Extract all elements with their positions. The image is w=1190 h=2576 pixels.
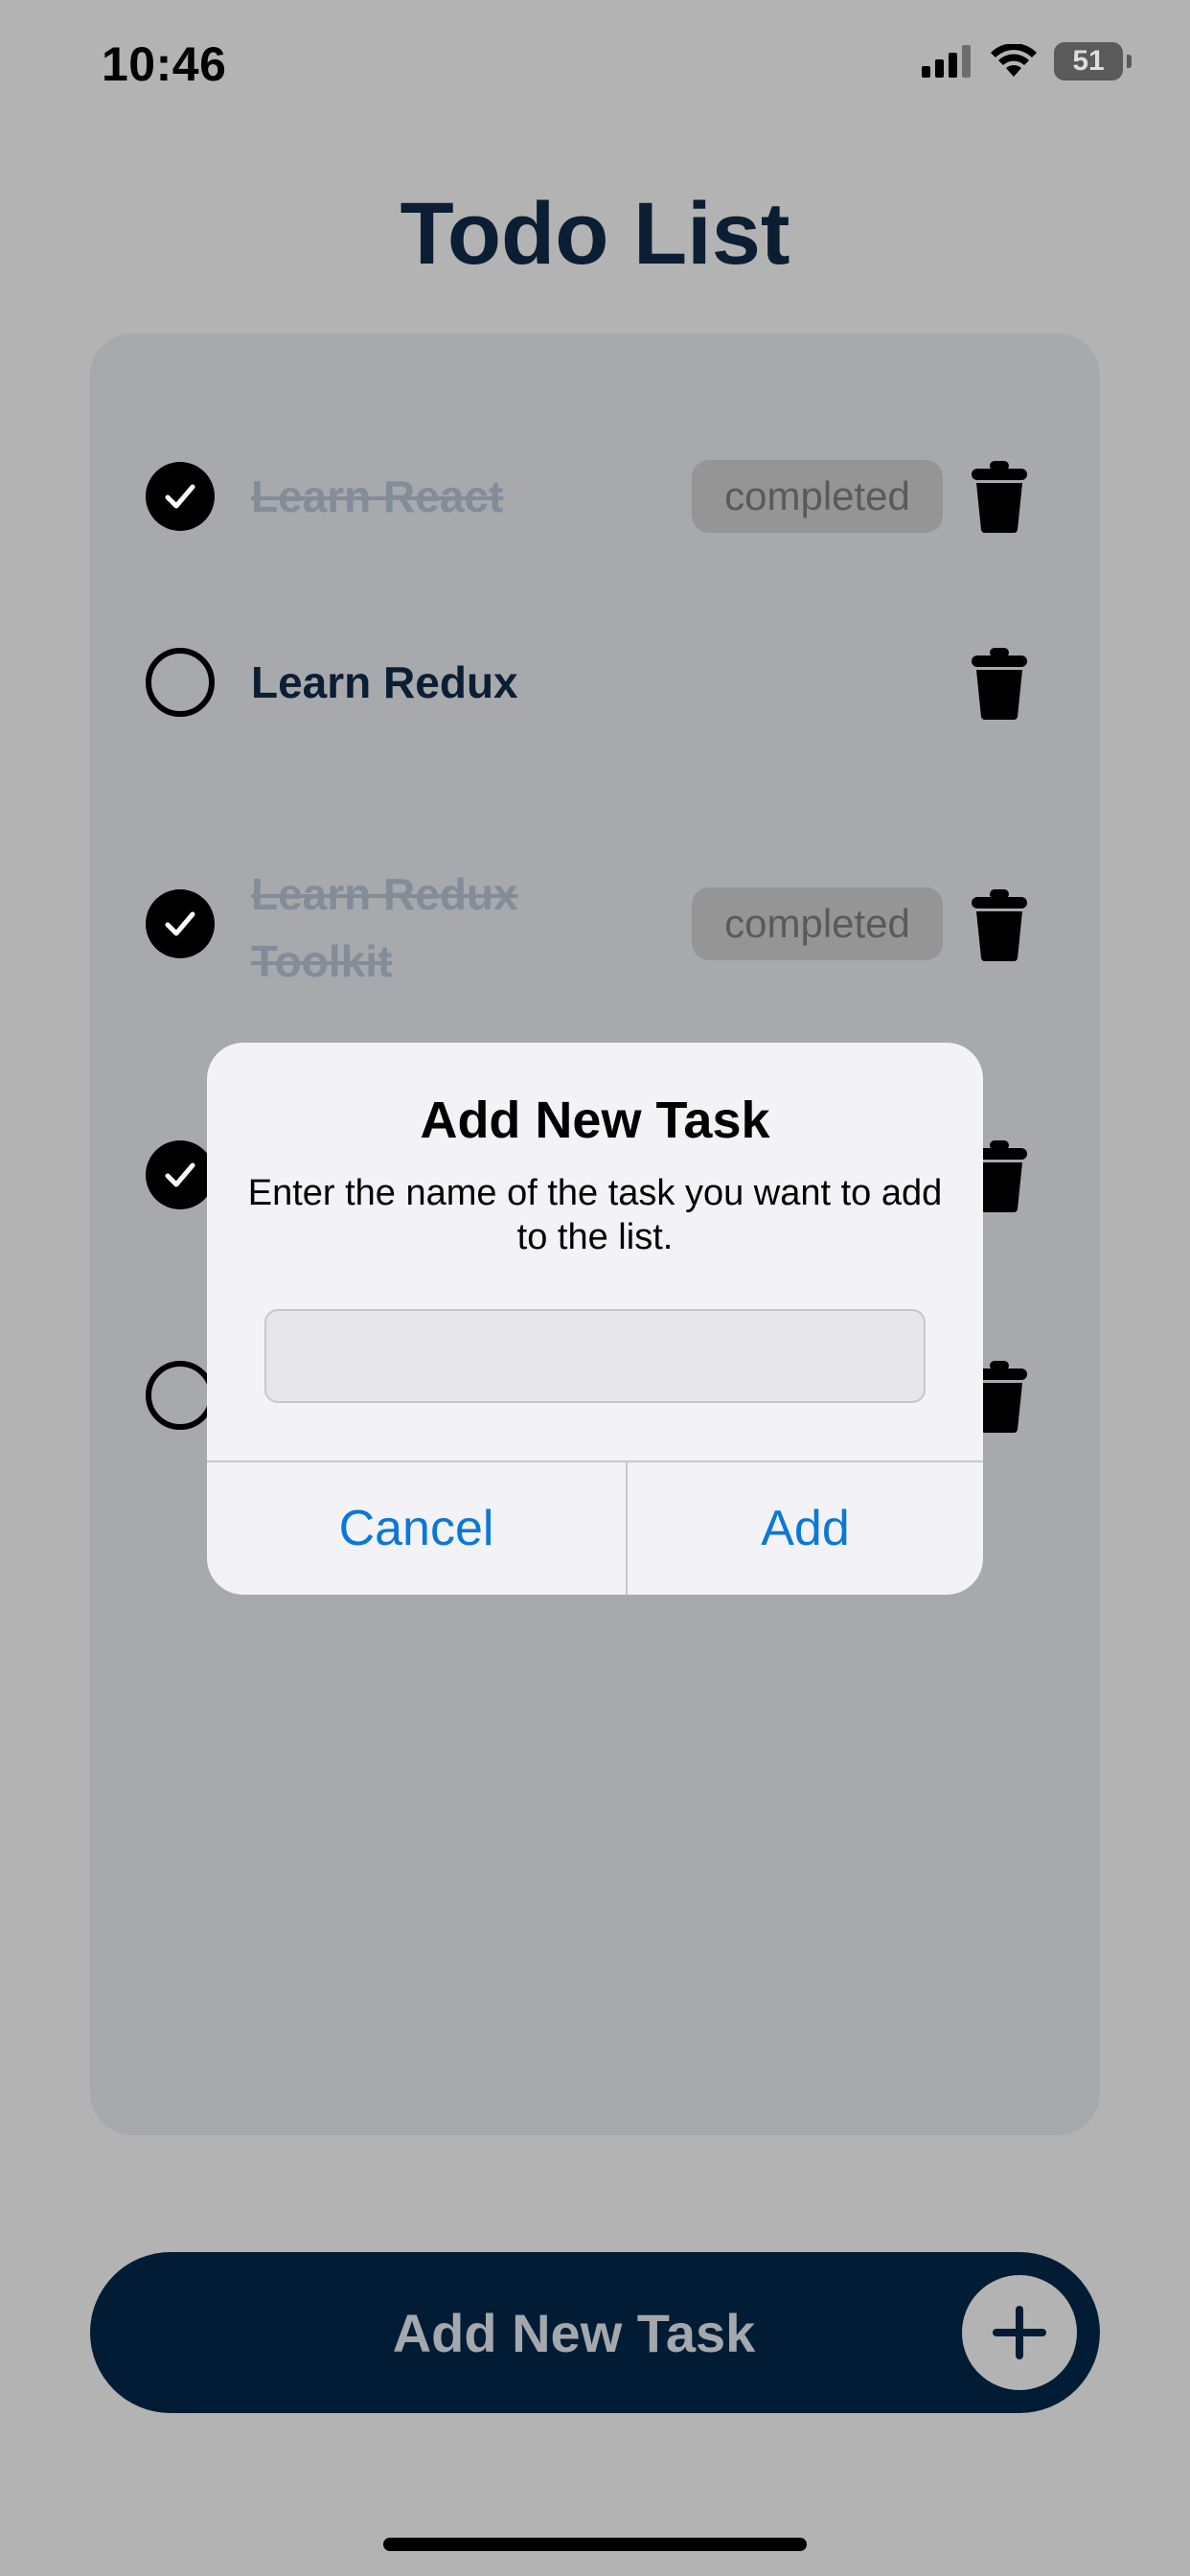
- dialog-title: Add New Task: [420, 1092, 770, 1149]
- trash-icon[interactable]: [970, 887, 1029, 962]
- task-checkbox[interactable]: [146, 1140, 215, 1209]
- signal-icon: [922, 45, 971, 78]
- dialog-message: Enter the name of the task you want to a…: [247, 1173, 943, 1257]
- trash-icon[interactable]: [970, 459, 1029, 534]
- add-button[interactable]: Add: [628, 1462, 983, 1595]
- task-row: Learn Redux Toolkit completed: [90, 861, 1100, 995]
- status-time: 10:46: [102, 37, 227, 91]
- status-bar: 10:46 51: [0, 0, 1190, 134]
- checkmark-icon: [165, 1162, 195, 1187]
- task-name-input[interactable]: [264, 1309, 926, 1403]
- wifi-icon: [991, 44, 1037, 77]
- battery-level: 51: [1072, 45, 1105, 77]
- page-title: Todo List: [400, 185, 790, 283]
- battery-icon: 51: [1054, 42, 1132, 80]
- checkmark-icon: [165, 911, 195, 936]
- add-new-task-label: Add New Task: [392, 2302, 756, 2363]
- task-label: Learn Redux Toolkit: [251, 869, 518, 986]
- add-task-dialog: Add New Task Enter the name of the task …: [207, 1043, 983, 1595]
- add-button-circle[interactable]: [962, 2275, 1077, 2390]
- cancel-button[interactable]: Cancel: [207, 1462, 626, 1595]
- home-indicator: [383, 2538, 807, 2551]
- status-badge: completed: [692, 887, 943, 960]
- trash-icon[interactable]: [970, 646, 1029, 721]
- task-checkbox[interactable]: [146, 1361, 215, 1430]
- plus-icon: [993, 2306, 1046, 2359]
- task-checkbox[interactable]: [146, 648, 215, 717]
- task-row: Learn React completed: [90, 458, 1100, 535]
- task-checkbox[interactable]: [146, 462, 215, 531]
- checkmark-icon: [165, 484, 195, 509]
- task-row: Learn Redux: [90, 646, 1100, 723]
- task-checkbox[interactable]: [146, 889, 215, 958]
- status-badge: completed: [692, 460, 943, 533]
- status-icons: 51: [922, 42, 1132, 80]
- add-new-task-button[interactable]: Add New Task: [90, 2252, 1100, 2413]
- task-label: Learn Redux: [251, 657, 518, 707]
- task-label: Learn React: [251, 472, 504, 521]
